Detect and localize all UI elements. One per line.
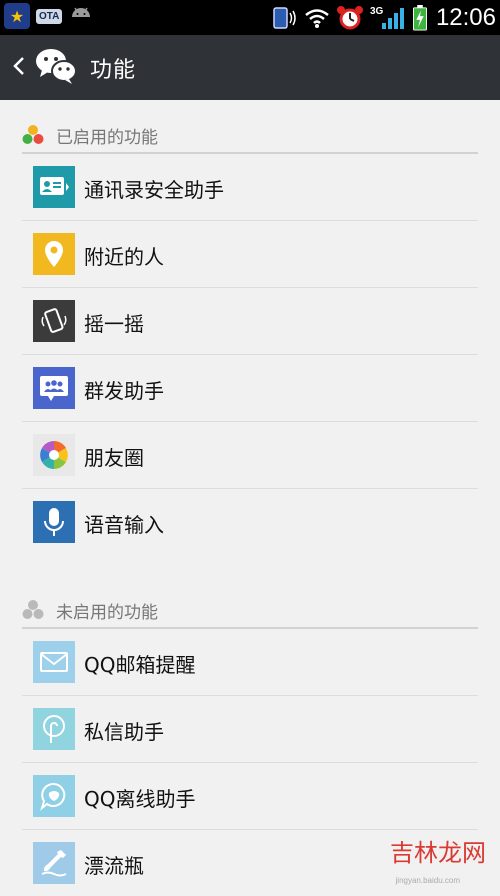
status-time: 12:06: [435, 3, 496, 31]
gray-dots-icon: [22, 600, 44, 619]
moments-icon: [33, 434, 75, 476]
qq-offline-icon: [33, 775, 75, 817]
status-left-icons: ★ OTA: [4, 3, 94, 29]
list-item-label: 漂流瓶: [84, 854, 144, 878]
list-item-label: 通讯录安全助手: [84, 178, 224, 202]
colored-dots-icon: [22, 125, 44, 144]
list-item-voice-input[interactable]: 语音输入: [22, 489, 478, 555]
shake-phone-icon: [33, 300, 75, 342]
back-chevron-icon[interactable]: [12, 55, 26, 77]
signal-3g-icon: 3G: [370, 5, 406, 31]
list-item-label: QQ离线助手: [84, 787, 196, 811]
enabled-feature-list: 通讯录安全助手 附近的人 摇一摇 群发助手 朋友圈 语音输入: [22, 154, 478, 555]
page-title: 功能: [90, 58, 137, 83]
microphone-icon: [33, 501, 75, 543]
list-item-label: 私信助手: [84, 720, 164, 744]
vibrate-icon: [273, 6, 296, 29]
disabled-section-title: 未启用的功能: [56, 603, 158, 623]
battery-charging-icon: [412, 4, 427, 31]
status-bar: ★ OTA 3G 12:06: [0, 0, 500, 35]
list-item-label: 语音输入: [84, 513, 164, 537]
list-item-shake[interactable]: 摇一摇: [22, 288, 478, 355]
wechat-logo-icon: [36, 49, 77, 84]
enabled-section-header: 已启用的功能: [22, 114, 478, 154]
list-item-private-message[interactable]: 私信助手: [22, 696, 478, 763]
enabled-section-title: 已启用的功能: [56, 128, 158, 148]
android-icon: [72, 7, 91, 17]
location-pin-icon: [33, 233, 75, 275]
group-message-icon: [33, 367, 75, 409]
network-type-label: 3G: [369, 5, 384, 17]
list-item-moments[interactable]: 朋友圈: [22, 422, 478, 489]
alarm-clock-icon: [336, 5, 363, 29]
list-item-label: 摇一摇: [84, 312, 144, 336]
app-badge-icon: ★: [4, 3, 30, 29]
list-item-qq-offline[interactable]: QQ离线助手: [22, 763, 478, 830]
watermark: 吉林龙网: [390, 839, 486, 867]
list-item-label: 群发助手: [84, 379, 164, 403]
contacts-security-icon: [33, 166, 75, 208]
list-item-broadcast[interactable]: 群发助手: [22, 355, 478, 422]
wifi-icon: [305, 8, 329, 28]
watermark-url: jingyan.baidu.com: [395, 876, 460, 885]
list-item-label: 朋友圈: [84, 446, 144, 470]
status-right-icons: 3G 12:06: [270, 2, 496, 33]
private-message-icon: [33, 708, 75, 750]
list-item-label: 附近的人: [84, 245, 164, 269]
list-item-people-nearby[interactable]: 附近的人: [22, 221, 478, 288]
disabled-section-header: 未启用的功能: [22, 589, 478, 629]
title-bar: 功能: [0, 35, 500, 100]
ota-icon: OTA: [36, 9, 63, 24]
list-item-label: QQ邮箱提醒: [84, 653, 196, 677]
mail-icon: [33, 641, 75, 683]
drift-bottle-icon: [33, 842, 75, 884]
list-item-contacts-security[interactable]: 通讯录安全助手: [22, 154, 478, 221]
list-item-qq-mail[interactable]: QQ邮箱提醒: [22, 629, 478, 696]
